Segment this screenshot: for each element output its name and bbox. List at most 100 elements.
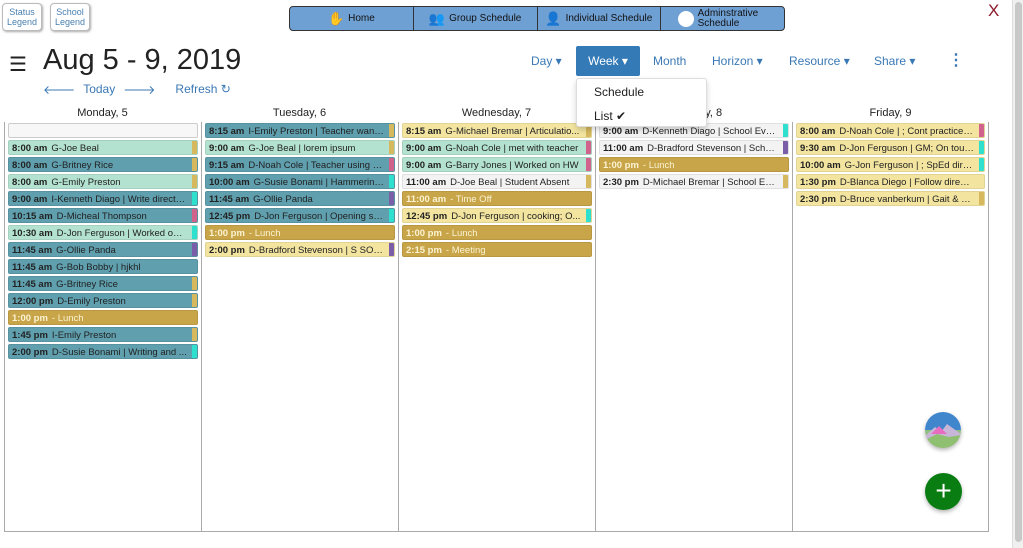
nav-label: Home <box>348 13 375 24</box>
event-title: - Lunch <box>642 160 675 171</box>
nav-home[interactable]: ✋ Home <box>290 7 414 30</box>
event-item[interactable]: 12:00 pm D-Emily Preston <box>8 293 198 308</box>
event-item[interactable]: 11:45 am G-Ollie Panda <box>205 191 395 206</box>
event-time: 10:15 am <box>12 211 53 222</box>
tab-resource[interactable]: Resource ▾ <box>781 47 858 75</box>
status-stripe <box>783 141 788 154</box>
tab-week[interactable]: Week ▾ <box>576 46 640 76</box>
day-header: Wednesday, 7 <box>461 107 532 119</box>
status-legend-button[interactable]: Status Legend <box>2 3 42 31</box>
add-event-button[interactable]: + <box>925 473 962 510</box>
today-link[interactable]: Today <box>83 82 115 97</box>
event-title: - Lunch <box>248 228 281 239</box>
dropdown-item-list[interactable]: List ✔ <box>577 103 706 127</box>
event-time: 9:00 am <box>406 143 442 154</box>
status-stripe <box>389 192 394 205</box>
event-item[interactable]: 11:00 am D-Bradford Stevenson | Scho... <box>599 140 789 155</box>
nav-adminstrative-schedule[interactable]: Adminstrative Schedule <box>661 7 784 30</box>
event-item[interactable]: 8:00 am G-Emily Preston <box>8 174 198 189</box>
event-item[interactable]: 11:00 am - Time Off <box>402 191 592 206</box>
refresh-link[interactable]: Refresh ↻ <box>175 82 230 97</box>
event-item[interactable]: 9:30 am D-Jon Ferguson | GM; On touc... <box>796 140 985 155</box>
event-title: - Time Off <box>450 194 492 205</box>
event-time: 8:15 am <box>406 126 442 137</box>
nav-group-schedule[interactable]: 👥 Group Schedule <box>414 7 538 30</box>
event-item[interactable]: 10:30 am D-Jon Ferguson | Worked on t... <box>8 225 198 240</box>
event-item[interactable]: 2:30 pm D-Michael Bremar | School Event <box>599 174 789 189</box>
event-title: G-Ollie Panda <box>56 245 116 256</box>
event-item[interactable]: 1:30 pm D-Blanca Diego | Follow directi..… <box>796 174 985 189</box>
tab-month[interactable]: Month <box>645 47 694 75</box>
status-stripe <box>192 277 197 290</box>
day-body: 8:15 am I-Emily Preston | Teacher want...… <box>201 122 398 532</box>
arrow-right-icon[interactable]: 🡒 <box>123 82 155 97</box>
all-day-slot[interactable] <box>8 123 198 138</box>
event-item[interactable]: 12:45 pm D-Jon Ferguson | Opening se... <box>205 208 395 223</box>
event-title: D-Bradford Stevenson | S SOU... <box>248 245 389 256</box>
tab-day[interactable]: Day ▾ <box>523 47 570 75</box>
event-title: D-Bradford Stevenson | Scho... <box>647 143 779 154</box>
event-item[interactable]: 8:15 am G-Michael Bremar | Articulatio... <box>402 123 592 138</box>
nav-individual-schedule[interactable]: 👤 Individual Schedule <box>538 7 662 30</box>
scrollbar[interactable] <box>1012 0 1023 548</box>
day-body: 8:15 am G-Michael Bremar | Articulatio...… <box>398 122 595 532</box>
event-item[interactable]: 10:15 am D-Micheal Thompson <box>8 208 198 223</box>
event-item[interactable]: 8:00 am G-Joe Beal <box>8 140 198 155</box>
event-time: 1:00 pm <box>12 313 48 324</box>
school-legend-button[interactable]: School Legend <box>50 3 90 31</box>
event-item[interactable]: 9:00 am G-Barry Jones | Worked on HW <box>402 157 592 172</box>
menu-icon[interactable]: ☰ <box>9 52 27 77</box>
event-item[interactable]: 10:00 am G-Susie Bonami | Hammering... <box>205 174 395 189</box>
event-item[interactable]: 1:00 pm - Lunch <box>8 310 198 325</box>
event-title: I-Kenneth Diago | Write directions <box>51 194 194 205</box>
event-item[interactable]: 2:00 pm D-Susie Bonami | Writing and ... <box>8 344 198 359</box>
status-stripe <box>192 328 197 341</box>
event-item[interactable]: 2:00 pm D-Bradford Stevenson | S SOU... <box>205 242 395 257</box>
event-item[interactable]: 1:00 pm - Lunch <box>402 225 592 240</box>
event-title: D-Bruce vanberkum | Gait & GM; <box>839 194 980 205</box>
event-item[interactable]: 1:45 pm I-Emily Preston <box>8 327 198 342</box>
event-item[interactable]: 1:00 pm - Lunch <box>205 225 395 240</box>
dropdown-item-schedule[interactable]: Schedule <box>577 79 706 103</box>
event-item[interactable]: 9:15 am D-Noah Cole | Teacher using d... <box>205 157 395 172</box>
main-nav: ✋ Home 👥 Group Schedule 👤 Individual Schedule… <box>289 6 785 31</box>
event-item[interactable]: 2:30 pm D-Bruce vanberkum | Gait & GM; <box>796 191 985 206</box>
status-stripe <box>979 158 984 171</box>
event-item[interactable]: 8:00 am G-Britney Rice <box>8 157 198 172</box>
event-item[interactable]: 11:45 am G-Britney Rice <box>8 276 198 291</box>
close-icon[interactable]: X <box>988 1 999 21</box>
event-title: G-Joe Beal <box>51 143 99 154</box>
event-item[interactable]: 2:15 pm - Meeting <box>402 242 592 257</box>
day-header: Monday, 5 <box>77 107 128 119</box>
mountain-logo-button[interactable] <box>925 412 961 448</box>
event-item[interactable]: 1:00 pm - Lunch <box>599 157 789 172</box>
scrollbar-thumb[interactable] <box>1015 2 1022 542</box>
event-item[interactable]: 12:45 pm D-Jon Ferguson | cooking; O... <box>402 208 592 223</box>
event-title: D-Jon Ferguson | Opening se... <box>254 211 387 222</box>
event-item[interactable]: 11:00 am D-Joe Beal | Student Absent <box>402 174 592 189</box>
status-stripe <box>192 243 197 256</box>
refresh-label: Refresh <box>175 82 218 96</box>
event-item[interactable]: 8:00 am D-Noah Cole | ; Cont practice d..… <box>796 123 985 138</box>
event-item[interactable]: 9:00 am I-Kenneth Diago | Write direction… <box>8 191 198 206</box>
event-time: 2:30 pm <box>603 177 639 188</box>
status-stripe <box>192 226 197 239</box>
event-item[interactable]: 9:00 am G-Joe Beal | lorem ipsum <box>205 140 395 155</box>
event-item[interactable]: 11:45 am G-Bob Bobby | hjkhl <box>8 259 198 274</box>
day-column: Monday, 5 8:00 am G-Joe Beal 8:00 am G-Britn… <box>4 104 201 532</box>
event-item[interactable]: 8:15 am I-Emily Preston | Teacher want... <box>205 123 395 138</box>
tab-horizon[interactable]: Horizon ▾ <box>704 47 771 75</box>
status-stripe <box>192 294 197 307</box>
event-item[interactable]: 11:45 am G-Ollie Panda <box>8 242 198 257</box>
arrow-left-icon[interactable]: 🡐 <box>43 82 75 97</box>
tab-share[interactable]: Share ▾ <box>866 47 923 75</box>
event-title: G-Michael Bremar | Articulatio... <box>445 126 580 137</box>
status-stripe <box>586 209 591 222</box>
event-item[interactable]: 10:00 am G-Jon Ferguson | ; SpEd direc... <box>796 157 985 172</box>
more-options-icon[interactable]: ⋮ <box>940 47 972 75</box>
event-time: 1:45 pm <box>12 330 48 341</box>
status-stripe <box>389 243 394 256</box>
event-item[interactable]: 9:00 am G-Noah Cole | met with teacher <box>402 140 592 155</box>
event-time: 9:00 am <box>406 160 442 171</box>
event-time: 1:30 pm <box>800 177 836 188</box>
